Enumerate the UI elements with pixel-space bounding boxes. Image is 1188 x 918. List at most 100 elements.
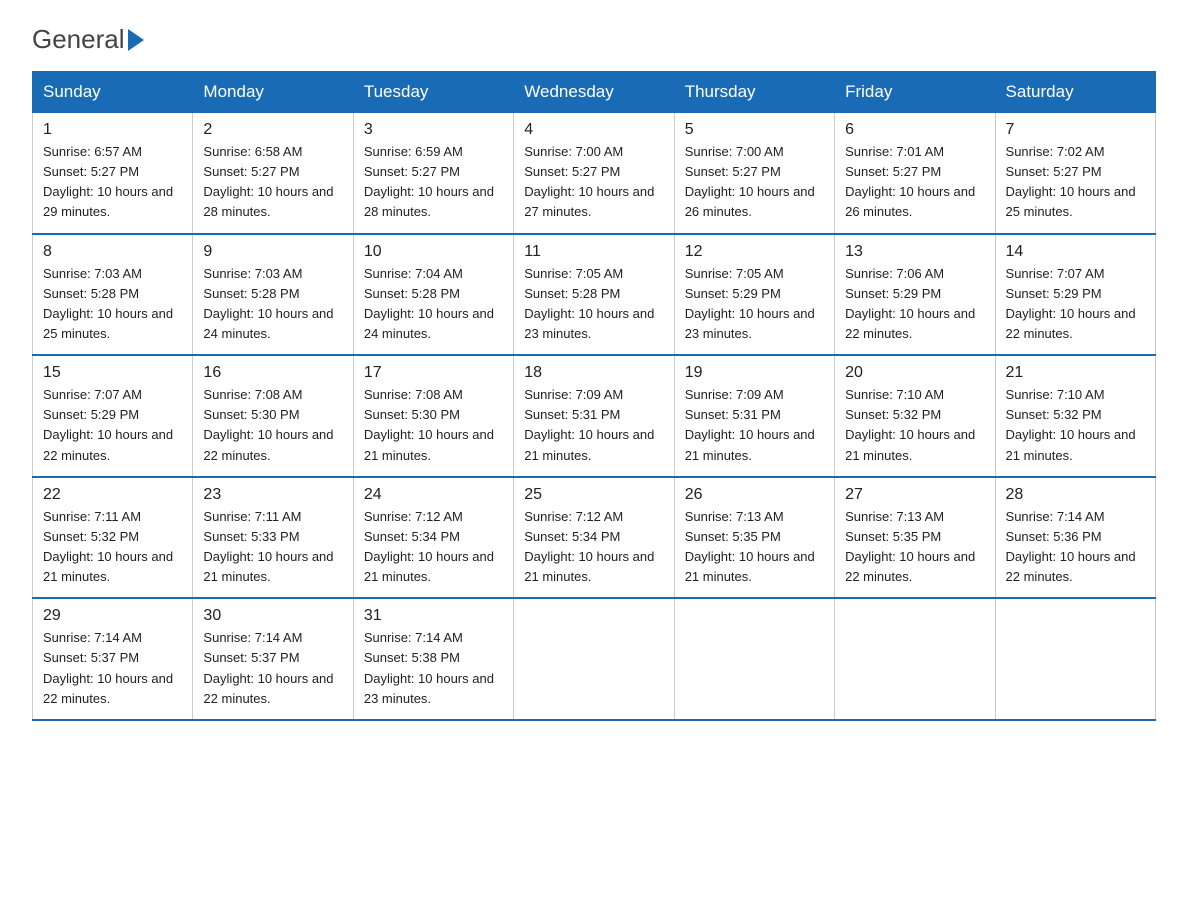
calendar-cell: 2 Sunrise: 6:58 AMSunset: 5:27 PMDaylight… [193,113,353,234]
day-number: 22 [43,486,182,504]
calendar-cell: 23Sunrise: 7:11 AMSunset: 5:33 PMDayligh… [193,477,353,599]
day-number: 15 [43,364,182,382]
day-number: 25 [524,486,663,504]
day-number: 8 [43,243,182,261]
day-info: Sunrise: 6:57 AMSunset: 5:27 PMDaylight:… [43,144,173,219]
calendar-cell: 27Sunrise: 7:13 AMSunset: 5:35 PMDayligh… [835,477,995,599]
day-number: 3 [364,121,503,139]
day-number: 30 [203,607,342,625]
calendar-week-row: 29 Sunrise: 7:14 AMSunset: 5:37 PMDayligh… [33,598,1156,720]
calendar-week-row: 15 Sunrise: 7:07 AMSunset: 5:29 PMDayligh… [33,355,1156,477]
calendar-week-row: 8 Sunrise: 7:03 AMSunset: 5:28 PMDaylight… [33,234,1156,356]
day-number: 20 [845,364,984,382]
day-number: 16 [203,364,342,382]
day-info: Sunrise: 7:14 AMSunset: 5:37 PMDaylight:… [43,630,173,705]
calendar-cell: 3 Sunrise: 6:59 AMSunset: 5:27 PMDaylight… [353,113,513,234]
calendar-week-row: 22 Sunrise: 7:11 AMSunset: 5:32 PMDayligh… [33,477,1156,599]
calendar-cell: 28 Sunrise: 7:14 AMSunset: 5:36 PMDayligh… [995,477,1155,599]
day-number: 27 [845,486,984,504]
day-info: Sunrise: 7:10 AMSunset: 5:32 PMDaylight:… [845,387,975,462]
column-header-saturday: Saturday [995,72,1155,113]
calendar-cell: 1 Sunrise: 6:57 AMSunset: 5:27 PMDaylight… [33,113,193,234]
day-info: Sunrise: 7:14 AMSunset: 5:38 PMDaylight:… [364,630,494,705]
calendar-cell: 24 Sunrise: 7:12 AMSunset: 5:34 PMDayligh… [353,477,513,599]
day-info: Sunrise: 7:07 AMSunset: 5:29 PMDaylight:… [43,387,173,462]
calendar-cell: 20 Sunrise: 7:10 AMSunset: 5:32 PMDayligh… [835,355,995,477]
day-number: 24 [364,486,503,504]
calendar-cell: 4 Sunrise: 7:00 AMSunset: 5:27 PMDaylight… [514,113,674,234]
calendar-week-row: 1 Sunrise: 6:57 AMSunset: 5:27 PMDaylight… [33,113,1156,234]
day-number: 5 [685,121,824,139]
day-info: Sunrise: 7:14 AMSunset: 5:37 PMDaylight:… [203,630,333,705]
day-info: Sunrise: 6:59 AMSunset: 5:27 PMDaylight:… [364,144,494,219]
day-info: Sunrise: 7:12 AMSunset: 5:34 PMDaylight:… [524,509,654,584]
column-header-tuesday: Tuesday [353,72,513,113]
day-number: 9 [203,243,342,261]
calendar-cell: 14 Sunrise: 7:07 AMSunset: 5:29 PMDayligh… [995,234,1155,356]
page-header: General [32,24,1156,51]
calendar-cell: 11 Sunrise: 7:05 AMSunset: 5:28 PMDayligh… [514,234,674,356]
calendar-cell: 19Sunrise: 7:09 AMSunset: 5:31 PMDayligh… [674,355,834,477]
calendar-cell: 26 Sunrise: 7:13 AMSunset: 5:35 PMDayligh… [674,477,834,599]
logo: General [32,24,144,51]
column-header-sunday: Sunday [33,72,193,113]
day-number: 14 [1006,243,1145,261]
calendar-cell: 7Sunrise: 7:02 AMSunset: 5:27 PMDaylight… [995,113,1155,234]
calendar-cell [835,598,995,720]
day-info: Sunrise: 7:05 AMSunset: 5:28 PMDaylight:… [524,266,654,341]
day-info: Sunrise: 7:03 AMSunset: 5:28 PMDaylight:… [203,266,333,341]
calendar-cell: 18 Sunrise: 7:09 AMSunset: 5:31 PMDayligh… [514,355,674,477]
day-number: 1 [43,121,182,139]
day-info: Sunrise: 7:11 AMSunset: 5:32 PMDaylight:… [43,509,173,584]
calendar-cell: 6Sunrise: 7:01 AMSunset: 5:27 PMDaylight… [835,113,995,234]
day-number: 11 [524,243,663,261]
day-info: Sunrise: 7:14 AMSunset: 5:36 PMDaylight:… [1006,509,1136,584]
calendar-header-row: SundayMondayTuesdayWednesdayThursdayFrid… [33,72,1156,113]
day-number: 28 [1006,486,1145,504]
calendar-cell: 15 Sunrise: 7:07 AMSunset: 5:29 PMDayligh… [33,355,193,477]
day-info: Sunrise: 7:00 AMSunset: 5:27 PMDaylight:… [524,144,654,219]
calendar-cell: 8Sunrise: 7:03 AMSunset: 5:28 PMDaylight… [33,234,193,356]
calendar-cell: 21Sunrise: 7:10 AMSunset: 5:32 PMDayligh… [995,355,1155,477]
day-number: 12 [685,243,824,261]
calendar-cell: 22 Sunrise: 7:11 AMSunset: 5:32 PMDayligh… [33,477,193,599]
calendar-cell: 12 Sunrise: 7:05 AMSunset: 5:29 PMDayligh… [674,234,834,356]
calendar-cell: 9 Sunrise: 7:03 AMSunset: 5:28 PMDaylight… [193,234,353,356]
logo-line1: General [32,24,144,55]
day-number: 17 [364,364,503,382]
day-number: 18 [524,364,663,382]
day-info: Sunrise: 7:05 AMSunset: 5:29 PMDaylight:… [685,266,815,341]
day-info: Sunrise: 7:08 AMSunset: 5:30 PMDaylight:… [203,387,333,462]
day-number: 2 [203,121,342,139]
calendar-cell: 10Sunrise: 7:04 AMSunset: 5:28 PMDayligh… [353,234,513,356]
day-number: 26 [685,486,824,504]
day-info: Sunrise: 6:58 AMSunset: 5:27 PMDaylight:… [203,144,333,219]
day-info: Sunrise: 7:10 AMSunset: 5:32 PMDaylight:… [1006,387,1136,462]
day-info: Sunrise: 7:12 AMSunset: 5:34 PMDaylight:… [364,509,494,584]
day-info: Sunrise: 7:07 AMSunset: 5:29 PMDaylight:… [1006,266,1136,341]
day-info: Sunrise: 7:02 AMSunset: 5:27 PMDaylight:… [1006,144,1136,219]
column-header-friday: Friday [835,72,995,113]
day-number: 29 [43,607,182,625]
day-number: 13 [845,243,984,261]
day-info: Sunrise: 7:09 AMSunset: 5:31 PMDaylight:… [524,387,654,462]
day-info: Sunrise: 7:11 AMSunset: 5:33 PMDaylight:… [203,509,333,584]
day-number: 31 [364,607,503,625]
day-info: Sunrise: 7:13 AMSunset: 5:35 PMDaylight:… [685,509,815,584]
day-info: Sunrise: 7:06 AMSunset: 5:29 PMDaylight:… [845,266,975,341]
day-info: Sunrise: 7:00 AMSunset: 5:27 PMDaylight:… [685,144,815,219]
calendar-cell: 29 Sunrise: 7:14 AMSunset: 5:37 PMDayligh… [33,598,193,720]
calendar-cell: 17 Sunrise: 7:08 AMSunset: 5:30 PMDayligh… [353,355,513,477]
calendar-cell: 13 Sunrise: 7:06 AMSunset: 5:29 PMDayligh… [835,234,995,356]
day-number: 4 [524,121,663,139]
calendar-cell: 25 Sunrise: 7:12 AMSunset: 5:34 PMDayligh… [514,477,674,599]
day-info: Sunrise: 7:04 AMSunset: 5:28 PMDaylight:… [364,266,494,341]
column-header-monday: Monday [193,72,353,113]
day-number: 6 [845,121,984,139]
calendar-cell: 31 Sunrise: 7:14 AMSunset: 5:38 PMDayligh… [353,598,513,720]
calendar-cell: 16 Sunrise: 7:08 AMSunset: 5:30 PMDayligh… [193,355,353,477]
day-info: Sunrise: 7:08 AMSunset: 5:30 PMDaylight:… [364,387,494,462]
calendar-table: SundayMondayTuesdayWednesdayThursdayFrid… [32,71,1156,721]
day-info: Sunrise: 7:09 AMSunset: 5:31 PMDaylight:… [685,387,815,462]
logo-arrow-icon [128,29,144,51]
